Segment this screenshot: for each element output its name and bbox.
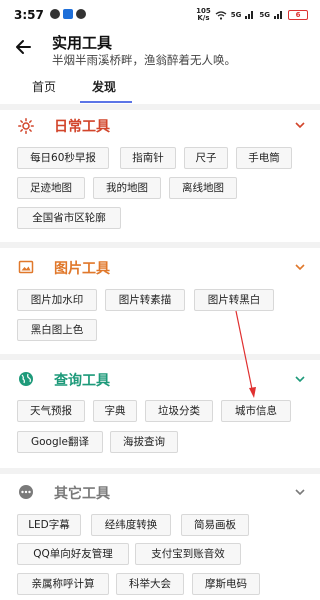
app-header: 实用工具 半烟半雨溪桥畔，渔翁醉着无人唤。 [0, 28, 320, 72]
image-icon [18, 260, 34, 274]
signal-label-1: 5G [230, 11, 242, 19]
section-title: 查询工具 [54, 373, 110, 389]
page-title: 实用工具 [52, 34, 113, 52]
tool-chip[interactable]: 城市信息 [221, 400, 291, 422]
tab-home[interactable]: 首页 [32, 78, 56, 95]
tool-chip[interactable]: 黑白图上色 [17, 319, 97, 341]
network-speed: 105 K/s [196, 8, 211, 22]
tool-chip[interactable]: 手电筒 [236, 147, 292, 169]
tab-bar: 首页 发现 [0, 74, 320, 104]
tool-chip[interactable]: 图片转素描 [105, 289, 185, 311]
tool-chip[interactable]: 全国省市区轮廓 [17, 207, 121, 229]
tool-chip[interactable]: 离线地图 [169, 177, 237, 199]
tool-chip[interactable]: 摩斯电码 [192, 573, 260, 595]
tool-chip[interactable]: 每日60秒早报 [17, 147, 109, 169]
section-title: 其它工具 [54, 486, 110, 502]
tool-chip[interactable]: 亲属称呼计算 [17, 573, 109, 595]
status-bar: 3:57 105 K/s 5G 5G 6 [0, 0, 320, 28]
section-query-tools: 查询工具 天气预报 字典 垃圾分类 城市信息 Google翻译 海拔查询 [0, 360, 320, 468]
tab-active-indicator [80, 101, 132, 103]
signal-bars-icon [274, 11, 284, 19]
tool-chip[interactable]: Google翻译 [17, 431, 103, 453]
tool-chip[interactable]: 海拔查询 [110, 431, 178, 453]
tool-chip[interactable]: 垃圾分类 [145, 400, 213, 422]
status-time: 3:57 [14, 8, 44, 22]
section-title: 图片工具 [54, 261, 110, 277]
tool-chip[interactable]: 尺子 [184, 147, 228, 169]
tool-chip[interactable]: 支付宝到账音效 [135, 543, 241, 565]
tool-chip[interactable]: 经纬度转换 [91, 514, 171, 536]
chevron-down-icon[interactable] [294, 263, 306, 271]
signal-bars-icon [245, 11, 255, 19]
section-title: 日常工具 [54, 119, 110, 135]
chevron-down-icon[interactable] [294, 375, 306, 383]
tool-chip[interactable]: 图片加水印 [17, 289, 97, 311]
tool-chip[interactable]: 简易画板 [181, 514, 249, 536]
tab-discover[interactable]: 发现 [92, 78, 116, 95]
tool-chip[interactable]: 天气预报 [17, 400, 85, 422]
chevron-down-icon[interactable] [294, 488, 306, 496]
section-daily-tools: 日常工具 每日60秒早报 指南针 尺子 手电筒 足迹地图 我的地图 离线地图 全… [0, 110, 320, 240]
tool-chip[interactable]: 图片转黑白 [194, 289, 274, 311]
section-other-tools: 其它工具 LED字幕 经纬度转换 简易画板 QQ单向好友管理 支付宝到账音效 亲… [0, 474, 320, 600]
tool-chip[interactable]: 科举大会 [116, 573, 184, 595]
battery-icon: 6 [288, 10, 308, 20]
tool-chip[interactable]: LED字幕 [17, 514, 81, 536]
section-image-tools: 图片工具 图片加水印 图片转素描 图片转黑白 黑白图上色 [0, 248, 320, 354]
notification-dot-icon [50, 9, 60, 19]
globe-icon [19, 372, 33, 386]
sun-icon [18, 118, 34, 134]
network-speed-unit: K/s [197, 14, 210, 22]
signal-label-2: 5G [259, 11, 270, 19]
wifi-icon [215, 10, 227, 20]
more-icon [19, 485, 33, 499]
tool-chip[interactable]: 指南针 [120, 147, 176, 169]
notification-app-icon [63, 9, 73, 19]
notification-chat-icon [76, 9, 86, 19]
tool-chip[interactable]: 足迹地图 [17, 177, 85, 199]
tool-chip[interactable]: 字典 [93, 400, 137, 422]
tool-chip[interactable]: QQ单向好友管理 [17, 543, 129, 565]
notification-icons [50, 9, 86, 19]
page-subtitle: 半烟半雨溪桥畔，渔翁醉着无人唤。 [52, 53, 236, 67]
status-indicators: 105 K/s 5G 5G 6 [196, 8, 308, 22]
tool-chip[interactable]: 我的地图 [93, 177, 161, 199]
back-arrow-icon[interactable] [14, 38, 32, 56]
chevron-down-icon[interactable] [294, 121, 306, 129]
